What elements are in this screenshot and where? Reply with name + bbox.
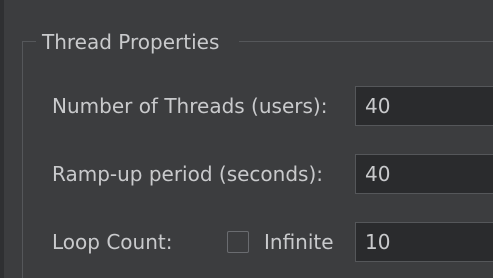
group-border-left xyxy=(22,41,23,278)
threads-label: Number of Threads (users): xyxy=(52,94,328,118)
group-border-top-left xyxy=(22,41,36,42)
infinite-checkbox[interactable] xyxy=(227,231,249,253)
loop-count-input[interactable]: 10 xyxy=(355,222,493,262)
group-border-top-right xyxy=(239,41,493,42)
loop-count-label: Loop Count: xyxy=(52,230,173,254)
threads-input[interactable]: 40 xyxy=(355,86,493,126)
panel-edge xyxy=(0,0,4,278)
rampup-label: Ramp-up period (seconds): xyxy=(52,162,323,186)
group-title: Thread Properties xyxy=(42,30,220,54)
thread-properties-panel: Thread Properties Number of Threads (use… xyxy=(0,0,493,278)
infinite-label[interactable]: Infinite xyxy=(264,230,334,254)
rampup-input[interactable]: 40 xyxy=(355,154,493,194)
